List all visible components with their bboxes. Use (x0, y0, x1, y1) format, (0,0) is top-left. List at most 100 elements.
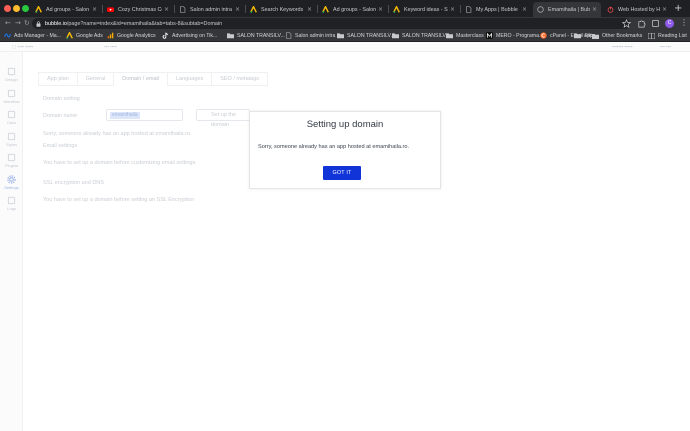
tab-title: Cozy Christmas Coffe (118, 6, 162, 13)
browser-tab[interactable]: Cozy Christmas Coffe× (103, 2, 173, 17)
email-settings-note: You have to set up a domain before custo… (43, 160, 196, 166)
google-ads-icon (250, 6, 257, 13)
browser-tab[interactable]: Emamihaila | Bubble× (533, 2, 601, 17)
rail-item-settings[interactable]: Settings (0, 172, 23, 194)
browser-tab[interactable]: Search Keywords - S× (246, 2, 316, 17)
bookmark-item[interactable]: Salon admin intra (285, 30, 335, 41)
reload-button[interactable]: ↻ (24, 17, 29, 30)
got-it-button[interactable]: GOT IT (323, 166, 361, 180)
google-ads-icon (66, 32, 73, 39)
close-window-icon[interactable] (4, 5, 11, 12)
extension-icon[interactable] (651, 19, 660, 28)
close-tab-icon[interactable]: × (662, 6, 667, 13)
rail-label: Data (7, 120, 16, 125)
bookmark-item[interactable]: SALON TRANSILV... (337, 30, 395, 41)
tab-title: Salon admin intra (190, 6, 232, 13)
back-button[interactable]: ← (5, 17, 11, 30)
rail-item-workflow[interactable]: Workflow (0, 86, 23, 108)
folder-icon (227, 32, 234, 39)
tab-title: Keyword ideas - Salo (404, 6, 448, 13)
subtab-general[interactable]: General (76, 72, 115, 86)
bookmark-star-icon[interactable] (622, 19, 631, 28)
forward-button[interactable]: → (15, 17, 21, 30)
rail-label: Design (5, 77, 18, 82)
editor-top-bar: ▢ ▪▪▪▪ ▪▪▪▪▪ ▪▪▪ ▪▪▪▪ ▪▪▪▪▪▪▪ ▪▪▪▪▪ ▪▪▪ … (0, 42, 690, 52)
setup-domain-button[interactable]: Set up the domain (196, 109, 250, 128)
bookmark-label: MERO - Programa... (496, 32, 544, 39)
bookmark-item[interactable]: Google Analytics (107, 30, 156, 41)
bookmark-item[interactable]: Ads Manager - Ma... (4, 30, 61, 41)
rail-item-data[interactable]: Data (0, 107, 23, 129)
close-tab-icon[interactable]: × (235, 6, 240, 13)
tab-strip: Ad groups - Salon Tra×Cozy Christmas Cof… (0, 0, 690, 17)
setting-up-domain-dialog: Setting up domain Sorry, someone already… (249, 111, 441, 189)
minimize-window-icon[interactable] (13, 5, 20, 12)
browser-tab[interactable]: Salon admin intra × (175, 2, 244, 17)
rail-label: Workflow (3, 98, 20, 104)
browser-tab[interactable]: My Apps | Bubble × (461, 2, 531, 17)
bookmark-label: Google Ads (76, 32, 103, 39)
bookmark-item[interactable]: Advertising on Tik... (162, 30, 217, 41)
browser-tab[interactable]: Web Hosted by Hosti× (603, 2, 671, 17)
reading-list[interactable]: Reading List (648, 30, 687, 41)
extensions-puzzle-icon[interactable] (637, 19, 646, 28)
google-ads-icon (35, 6, 42, 13)
bubble-icon (537, 6, 544, 13)
rail-item-design[interactable]: Design (0, 64, 23, 86)
maximize-window-icon[interactable] (22, 5, 29, 12)
rail-label: Logs (7, 206, 16, 211)
rail-item-styles[interactable]: Styles (0, 129, 23, 151)
folder-icon (337, 32, 344, 39)
toolbar: ← → ↻ bubble.io/page?name=index&id=emami… (0, 17, 690, 30)
rail-label: Settings (4, 184, 19, 190)
subtab-seo-metatags[interactable]: SEO / metatags (211, 72, 269, 86)
domain-setting-heading: Domain setting (43, 96, 80, 102)
editor-left-rail: Design Workflow Data Styles Plugins Settings L… (0, 52, 23, 431)
folder-icon (574, 32, 581, 39)
bookmark-label: SALON TRANSILV... (347, 32, 395, 39)
settings-icon (7, 174, 16, 184)
bookmark-label: SALON TRANSILV... (237, 32, 285, 39)
subtab-domain-email[interactable]: Domain / email (113, 72, 168, 86)
reading-list-icon (648, 32, 655, 39)
bookmark-label: SALON TRANSILV... (402, 32, 450, 39)
other-bookmarks[interactable]: Other Bookmarks (592, 30, 642, 41)
data-icon (7, 110, 16, 119)
address-bar[interactable]: bubble.io/page?name=index&id=emamihaila&… (32, 18, 630, 29)
bookmark-item[interactable]: Google Ads (66, 30, 103, 41)
bookmark-item[interactable]: Masterclass (446, 30, 484, 41)
subtab-app-plan[interactable]: App plan (38, 72, 78, 86)
close-tab-icon[interactable]: × (522, 6, 527, 13)
ssl-note: You have to set up a domain before setti… (43, 197, 195, 203)
youtube-icon (107, 6, 114, 13)
close-tab-icon[interactable]: × (92, 6, 97, 13)
page-content: ▢ ▪▪▪▪ ▪▪▪▪▪ ▪▪▪ ▪▪▪▪ ▪▪▪▪▪▪▪ ▪▪▪▪▪ ▪▪▪ … (0, 42, 690, 431)
browser-tab[interactable]: Ad groups - Salon Tra× (31, 2, 101, 17)
close-tab-icon[interactable]: × (592, 6, 597, 13)
rail-item-plugins[interactable]: Plugins (0, 150, 23, 172)
dialog-title: Setting up domain (306, 119, 384, 130)
browser-tab[interactable]: Keyword ideas - Salo× (389, 2, 459, 17)
close-tab-icon[interactable]: × (164, 6, 169, 13)
profile-avatar[interactable]: C (665, 19, 674, 28)
mero-icon (486, 32, 493, 39)
logs-icon (7, 196, 16, 205)
cpanel-icon (540, 32, 547, 39)
close-tab-icon[interactable]: × (450, 6, 455, 13)
bookmarks-bar: Ads Manager - Ma... Google Ads Google Anal… (0, 30, 690, 42)
new-tab-button[interactable]: + (674, 2, 682, 15)
bookmark-item[interactable]: SALON TRANSILV... (227, 30, 285, 41)
tab-title: My Apps | Bubble (476, 6, 518, 13)
subtab-languages[interactable]: Languages (166, 72, 213, 86)
browser-menu-icon[interactable]: ⋮ (680, 18, 688, 27)
bookmark-item[interactable]: SALON TRANSILV... (392, 30, 450, 41)
close-tab-icon[interactable]: × (307, 6, 312, 13)
bookmark-item[interactable]: MERO - Programa... (486, 30, 543, 41)
close-tab-icon[interactable]: × (378, 6, 383, 13)
bookmark-label: Salon admin intra (295, 32, 336, 39)
browser-tab[interactable]: Ad groups - Salon Tra× (318, 2, 387, 17)
email-settings-heading: Email settings (43, 143, 78, 149)
blank-page-icon (179, 6, 186, 13)
rail-item-logs[interactable]: Logs (0, 193, 23, 215)
domain-name-input[interactable]: emamihaila (106, 109, 183, 121)
